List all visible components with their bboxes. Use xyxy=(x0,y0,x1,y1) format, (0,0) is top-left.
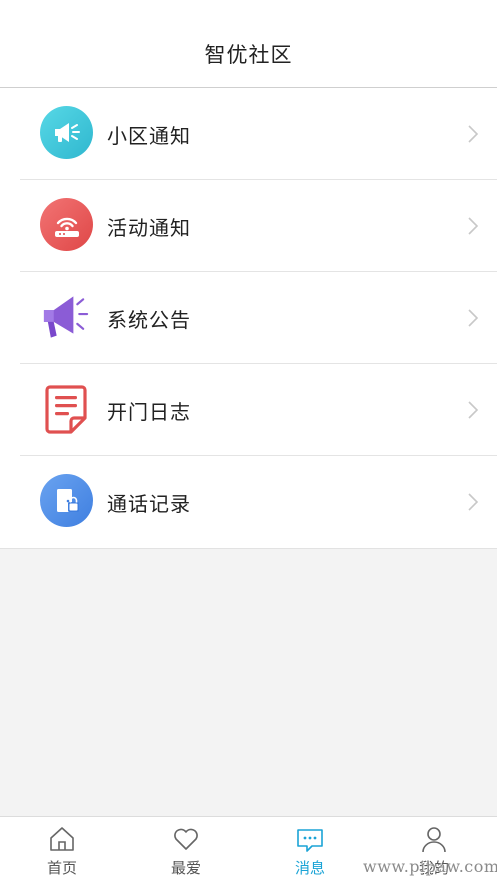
list-item-label: 活动通知 xyxy=(107,216,191,240)
app-screen: 智优社区 小区通知 活动通知 系统公告 开门日志 通话记录 首页 最爱 消息 我… xyxy=(0,0,497,883)
list-item-activity-notice[interactable]: 活动通知 xyxy=(0,180,497,272)
nav-header: 智优社区 xyxy=(0,0,497,88)
list-item-label: 通话记录 xyxy=(107,492,191,516)
chevron-right-icon xyxy=(468,217,479,235)
user-icon xyxy=(422,827,446,853)
list-item-community-notice[interactable]: 小区通知 xyxy=(0,88,497,180)
door-lock-icon xyxy=(40,474,93,527)
tab-favorites[interactable]: 最爱 xyxy=(124,817,248,883)
page-title: 智优社区 xyxy=(204,43,293,67)
watermark: www.pipaw.com xyxy=(363,857,497,876)
list-item-label: 小区通知 xyxy=(107,124,191,148)
list-item-system-announcement[interactable]: 系统公告 xyxy=(0,272,497,364)
tab-messages[interactable]: 消息 xyxy=(248,817,372,883)
list-item-label: 开门日志 xyxy=(107,400,191,424)
tab-label: 消息 xyxy=(294,859,325,877)
home-icon xyxy=(50,827,74,851)
tab-label: 首页 xyxy=(46,859,77,877)
chevron-right-icon xyxy=(468,309,479,327)
router-icon xyxy=(40,198,93,251)
tab-label: 最爱 xyxy=(170,859,201,877)
megaphone-icon xyxy=(40,106,93,159)
document-icon xyxy=(40,382,93,435)
tab-home[interactable]: 首页 xyxy=(0,817,124,883)
chat-icon xyxy=(297,829,323,852)
heart-icon xyxy=(174,828,198,850)
chevron-right-icon xyxy=(468,125,479,143)
list-item-door-log[interactable]: 开门日志 xyxy=(0,364,497,456)
chevron-right-icon xyxy=(468,401,479,419)
list-item-call-records[interactable]: 通话记录 xyxy=(0,456,497,548)
loudspeaker-icon xyxy=(40,290,93,343)
chevron-right-icon xyxy=(468,493,479,511)
message-category-list: 小区通知 活动通知 系统公告 开门日志 通话记录 xyxy=(0,88,497,549)
list-item-label: 系统公告 xyxy=(107,308,191,332)
